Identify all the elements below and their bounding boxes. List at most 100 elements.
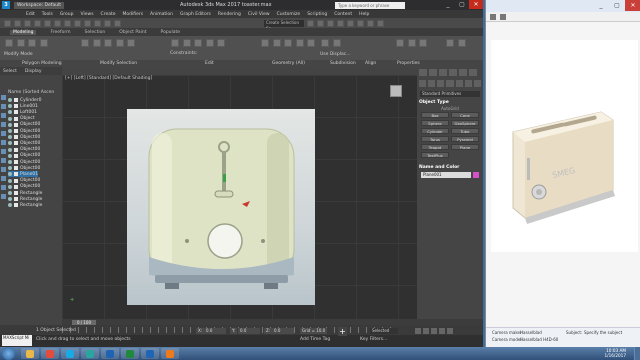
go-to-end-icon[interactable]	[447, 328, 453, 334]
redo-icon[interactable]	[14, 19, 21, 27]
align-y-icon[interactable]	[407, 39, 416, 47]
motion-tab-icon[interactable]	[449, 69, 457, 76]
go-to-start-icon[interactable]	[415, 328, 421, 334]
3ds-max-logo-icon[interactable]: 3	[2, 1, 10, 9]
play-icon[interactable]	[431, 328, 437, 334]
key-mode-dropdown[interactable]: Selected	[370, 328, 398, 334]
cylinder-button[interactable]: Cylinder	[421, 128, 449, 134]
visibility-eye-icon[interactable]	[8, 98, 12, 102]
display-tab-icon[interactable]	[459, 69, 467, 76]
pyramid-button[interactable]: Pyramid	[451, 136, 479, 142]
viewcube-icon[interactable]	[390, 85, 402, 97]
select-object-icon[interactable]	[54, 19, 61, 27]
scene-list-item[interactable]: Rectangle	[8, 202, 42, 208]
select-move-icon[interactable]	[94, 19, 101, 27]
rectangle-selection-icon[interactable]	[74, 19, 81, 27]
tessellate-icon[interactable]	[332, 39, 341, 47]
scene-list-item[interactable]: Object00	[8, 184, 40, 190]
visibility-eye-icon[interactable]	[8, 166, 12, 171]
add-time-tag-button[interactable]: Add Time Tag	[300, 337, 330, 342]
smoothing-icon[interactable]	[446, 39, 454, 47]
photo-maximize-button[interactable]: ▢	[609, 0, 625, 11]
maxscript-listener-input[interactable]: MAXScript Mi	[2, 335, 32, 346]
menu-rendering[interactable]: Rendering	[218, 12, 241, 17]
scene-list-item[interactable]: Object00	[8, 134, 40, 140]
cone-button[interactable]: Cone	[451, 112, 479, 118]
scene-list-item[interactable]: Rectangle	[8, 196, 42, 202]
filter-shapes-icon[interactable]	[1, 104, 6, 109]
previous-frame-icon[interactable]	[423, 328, 429, 334]
create-tab-icon[interactable]	[419, 69, 427, 76]
viewport-label[interactable]: [+] [Left] [Standard] [Default Shading]	[65, 76, 152, 81]
visibility-eye-icon[interactable]	[8, 110, 12, 115]
tab-object-paint[interactable]: Object Paint	[119, 30, 146, 35]
geosphere-button[interactable]: GeoSphere	[451, 120, 479, 126]
vertex-icon[interactable]	[16, 39, 25, 47]
photo-minimize-button[interactable]: _	[593, 0, 609, 11]
plane-button[interactable]: Plane	[451, 144, 479, 150]
repeat-icon[interactable]	[182, 39, 191, 47]
photo-close-button[interactable]: ✕	[625, 0, 640, 11]
cut-icon[interactable]	[217, 39, 226, 47]
menu-help[interactable]: Help	[359, 12, 369, 17]
torus-button[interactable]: Torus	[421, 136, 449, 142]
auto-key-plus-icon[interactable]: +	[338, 327, 347, 336]
system-clock[interactable]: 10:03 AM 1/16/2017	[605, 348, 626, 358]
visibility-eye-icon[interactable]	[8, 153, 12, 158]
select-rotate-icon[interactable]	[104, 19, 111, 27]
taskbar-app-explorer[interactable]	[21, 348, 39, 359]
render-icon[interactable]	[377, 19, 384, 27]
visibility-eye-icon[interactable]	[8, 122, 12, 127]
object-name-field[interactable]: Plane001	[421, 172, 471, 178]
group-label-align[interactable]: Align	[365, 61, 376, 66]
visibility-eye-icon[interactable]	[8, 104, 12, 109]
scene-list-item[interactable]: Cylinder0	[8, 97, 42, 103]
hierarchy-tab-icon[interactable]	[439, 69, 447, 76]
filter-cameras-icon[interactable]	[1, 122, 6, 127]
taskbar-app-media-player[interactable]	[161, 348, 179, 359]
visibility-eye-icon[interactable]	[8, 197, 12, 202]
photo-image[interactable]: SMEG	[491, 40, 638, 252]
undo-icon[interactable]	[4, 19, 11, 27]
align-z-icon[interactable]	[419, 39, 428, 47]
swiftloop-icon[interactable]	[205, 39, 214, 47]
spacewarps-icon[interactable]	[464, 80, 472, 87]
taskbar-app-excel[interactable]	[121, 348, 139, 359]
align-x-icon[interactable]	[396, 39, 404, 47]
filter-xrefs-icon[interactable]	[1, 158, 6, 163]
bind-spacewarp-icon[interactable]	[44, 19, 51, 27]
systems-icon[interactable]	[473, 80, 481, 87]
group-label-modify-selection[interactable]: Modify Selection	[100, 61, 137, 66]
time-slider[interactable]: 0 / 100	[62, 319, 483, 325]
create-icon[interactable]	[272, 39, 281, 47]
group-label-subdivision[interactable]: Subdivision	[330, 61, 356, 66]
scene-tab-select[interactable]: Select	[3, 69, 17, 74]
primitive-category-dropdown[interactable]: Standard Primitives	[420, 91, 480, 97]
tube-button[interactable]: Tube	[451, 128, 479, 134]
back-icon[interactable]	[490, 14, 496, 20]
visibility-eye-icon[interactable]	[8, 147, 12, 152]
taskbar-app-3ds-max[interactable]	[81, 348, 99, 359]
minimize-button[interactable]: _	[441, 0, 455, 9]
group-label-properties[interactable]: Properties	[397, 61, 420, 66]
shapes-icon[interactable]	[428, 80, 436, 87]
filter-containers-icon[interactable]	[1, 176, 6, 181]
menu-customize[interactable]: Customize	[277, 12, 301, 17]
scene-list-item[interactable]: Object00	[8, 140, 40, 146]
taskbar-app-outlook[interactable]	[141, 348, 159, 359]
loop-icon[interactable]	[104, 39, 113, 47]
viewport-left[interactable]: [+] [Left] [Standard] [Default Shading]	[62, 75, 417, 325]
filter-geometry-icon[interactable]	[1, 95, 6, 100]
rendered-frame-icon[interactable]	[367, 19, 374, 27]
select-by-name-icon[interactable]	[64, 19, 71, 27]
menu-views[interactable]: Views	[81, 12, 94, 17]
visibility-eye-icon[interactable]	[8, 203, 12, 208]
filter-lights-icon[interactable]	[1, 113, 6, 118]
textplus-button[interactable]: TextPlus	[421, 152, 449, 158]
filter-helpers-icon[interactable]	[1, 131, 6, 136]
visibility-eye-icon[interactable]	[8, 129, 12, 133]
scene-tab-display[interactable]: Display	[25, 69, 42, 74]
object-color-swatch[interactable]	[473, 172, 479, 178]
taskbar-app-chrome[interactable]	[41, 348, 59, 359]
visibility-eye-icon[interactable]	[8, 184, 12, 189]
